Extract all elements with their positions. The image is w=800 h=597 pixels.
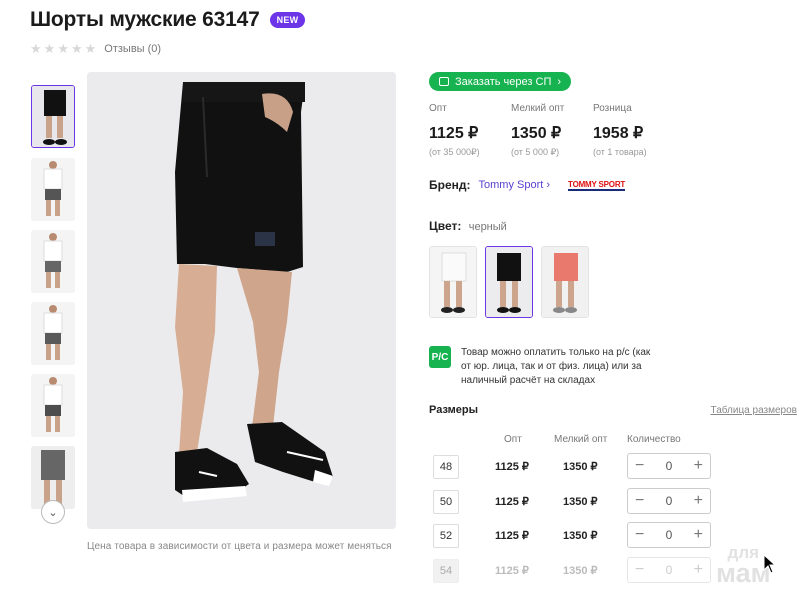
thumbnails-scroll-down-button[interactable]: ⌄ <box>41 500 65 524</box>
size-chart-link[interactable]: Таблица размеров <box>711 405 797 416</box>
sizes-header: Размеры Таблица размеров <box>429 404 797 416</box>
order-button-label: Заказать через СП <box>455 75 552 88</box>
size-price-opt: 1125 ₽ <box>495 530 529 542</box>
quantity-stepper: − 0 + <box>627 488 711 514</box>
star-icon: ★ <box>84 41 97 56</box>
price-tier-condition: (от 1 товара) <box>593 147 647 157</box>
quantity-increase-button[interactable]: + <box>694 458 703 474</box>
size-price-opt: 1125 ₽ <box>495 565 529 577</box>
brand-logo[interactable]: TOMMY SPORT <box>568 180 625 191</box>
title-row: Шорты мужские 63147 NEW <box>30 8 306 32</box>
chevron-right-icon: › <box>546 179 551 191</box>
thumbnail-2[interactable] <box>31 158 75 221</box>
color-swatch-coral[interactable] <box>541 246 589 318</box>
price-note: Цена товара в зависимости от цвета и раз… <box>87 541 392 552</box>
size-label: 52 <box>433 524 459 548</box>
quantity-stepper: − 0 + <box>627 453 711 479</box>
price-tier-condition: (от 35 000₽) <box>429 147 480 157</box>
size-row: 54 1125 ₽ 1350 ₽ − 0 + <box>433 557 713 585</box>
quantity-stepper: − 0 + <box>627 522 711 548</box>
price-tiers: Опт 1125 ₽ (от 35 000₽) Мелкий опт 1350 … <box>429 103 675 158</box>
chevron-down-icon: ⌄ <box>48 506 58 519</box>
main-product-image[interactable] <box>87 72 396 529</box>
quantity-increase-button: + <box>693 561 703 578</box>
color-swatch-white[interactable] <box>429 246 477 318</box>
color-swatches <box>429 246 589 318</box>
brand-label: Бренд: <box>429 178 471 192</box>
price-tier-value: 1350 ₽ <box>511 125 562 142</box>
size-row: 52 1125 ₽ 1350 ₽ − 0 + <box>433 522 713 550</box>
size-label: 54 <box>433 559 459 583</box>
size-row: 50 1125 ₽ 1350 ₽ − 0 + <box>433 488 713 516</box>
payment-info: Р/С Товар можно оплатить только на р/с (… <box>429 346 651 388</box>
thumbnail-4[interactable] <box>31 302 75 365</box>
brand-name: Tommy Sport <box>478 179 544 191</box>
star-icon: ★ <box>57 41 69 56</box>
quantity-stepper: − 0 + <box>627 557 711 583</box>
column-header-small-opt: Мелкий опт <box>554 434 608 445</box>
thumbnail-5[interactable] <box>31 374 75 437</box>
column-header-quantity: Количество <box>627 434 681 445</box>
size-price-opt: 1125 ₽ <box>495 461 529 473</box>
quantity-increase-button[interactable]: + <box>694 493 703 509</box>
size-price-small-opt: 1350 ₽ <box>563 565 598 577</box>
price-tier-value: 1125 ₽ <box>429 125 479 142</box>
size-price-small-opt: 1350 ₽ <box>563 530 598 542</box>
cart-icon <box>439 77 449 86</box>
quantity-input[interactable]: 0 <box>666 528 673 542</box>
price-tier-label: Розница <box>593 103 632 114</box>
color-value: черный <box>468 221 507 233</box>
mouse-cursor-icon <box>763 554 777 574</box>
quantity-input[interactable]: 0 <box>666 459 673 473</box>
thumbnail-gallery <box>29 72 77 527</box>
price-tier-label: Опт <box>429 103 447 114</box>
rating-stars: ★ ★ ★ ★ ★ <box>30 41 96 57</box>
size-price-opt: 1125 ₽ <box>495 496 529 508</box>
color-row: Цвет: черный <box>429 219 507 233</box>
bank-account-icon: Р/С <box>429 346 451 368</box>
order-joint-purchase-button[interactable]: Заказать через СП › <box>429 72 572 91</box>
new-badge: NEW <box>269 12 306 28</box>
rating-row: ★ ★ ★ ★ ★ Отзывы (0) <box>30 41 161 57</box>
size-row: 48 1125 ₽ 1350 ₽ − 0 + <box>433 453 713 481</box>
quantity-increase-button[interactable]: + <box>694 527 703 543</box>
quantity-decrease-button: − <box>635 561 645 578</box>
price-tier-wholesale: Опт 1125 ₽ (от 35 000₽) <box>429 103 511 158</box>
quantity-decrease-button[interactable]: − <box>635 493 644 509</box>
size-price-small-opt: 1350 ₽ <box>563 496 598 508</box>
price-tier-small-wholesale: Мелкий опт 1350 ₽ (от 5 000 ₽) <box>511 103 593 158</box>
reviews-link[interactable]: Отзывы (0) <box>104 43 161 55</box>
brand-row: Бренд: Tommy Sport › TOMMY SPORT <box>429 178 625 192</box>
quantity-input[interactable]: 0 <box>666 494 673 508</box>
sizes-title: Размеры <box>429 404 479 416</box>
size-price-small-opt: 1350 ₽ <box>563 461 598 473</box>
size-label: 50 <box>433 490 459 514</box>
color-label: Цвет: <box>429 219 462 233</box>
star-icon: ★ <box>70 41 83 56</box>
payment-info-text: Товар можно оплатить только на р/с (как … <box>461 347 651 386</box>
size-label: 48 <box>433 455 459 479</box>
color-swatch-black[interactable] <box>485 246 533 318</box>
column-header-opt: Опт <box>504 434 522 445</box>
quantity-input: 0 <box>665 563 673 577</box>
page-title: Шорты мужские 63147 <box>30 8 260 31</box>
price-tier-condition: (от 5 000 ₽) <box>511 147 560 157</box>
star-icon: ★ <box>43 41 56 56</box>
brand-link[interactable]: Tommy Sport › <box>479 179 551 191</box>
thumbnail-1[interactable] <box>31 85 75 148</box>
star-icon: ★ <box>30 41 42 56</box>
price-tier-label: Мелкий опт <box>511 103 565 114</box>
price-tier-retail: Розница 1958 ₽ (от 1 товара) <box>593 103 675 158</box>
quantity-decrease-button[interactable]: − <box>635 458 644 474</box>
chevron-right-icon: › <box>557 75 562 88</box>
price-tier-value: 1958 ₽ <box>593 125 644 142</box>
quantity-decrease-button[interactable]: − <box>635 527 644 543</box>
thumbnail-3[interactable] <box>31 230 75 293</box>
